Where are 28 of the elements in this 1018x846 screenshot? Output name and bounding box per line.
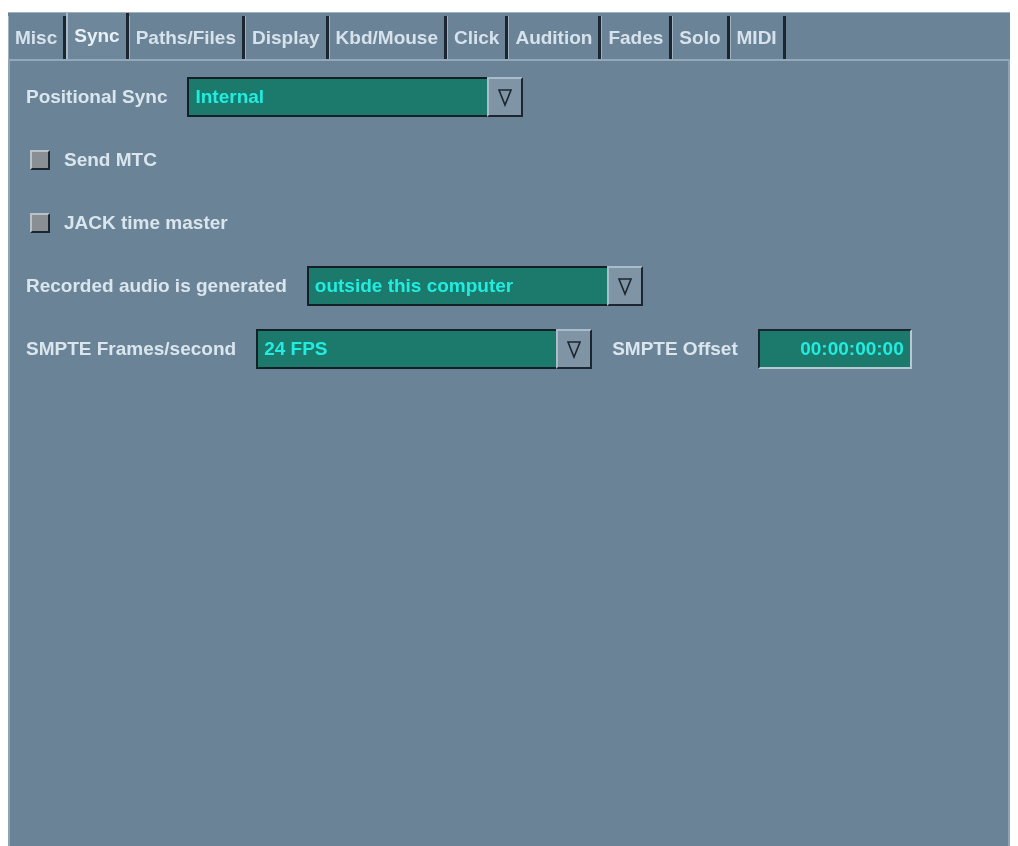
offset-field[interactable]: 00:00:00:00 — [757, 329, 912, 369]
checkbox-label: Send MTC — [64, 149, 157, 171]
dropdown-button[interactable] — [606, 266, 643, 306]
checkbox[interactable] — [30, 150, 50, 170]
tab[interactable]: MIDI — [729, 16, 786, 59]
field-label: SMPTE Frames/second — [26, 338, 237, 360]
field-label: SMPTE Offset — [612, 338, 738, 360]
dropdown-field[interactable]: outside this computer — [306, 266, 607, 306]
dropdown-button[interactable] — [487, 77, 524, 117]
tab[interactable]: Solo — [672, 16, 730, 59]
dropdown-button[interactable] — [556, 329, 593, 369]
tab[interactable]: Kbd/Mouse — [328, 16, 447, 59]
field-label: Recorded audio is generated — [26, 275, 287, 297]
tab[interactable]: Fades — [601, 16, 673, 59]
tab[interactable]: Display — [245, 16, 329, 59]
tab[interactable]: Sync — [66, 13, 129, 59]
triangle-down-icon — [616, 276, 633, 296]
dropdown-field[interactable]: 24 FPS — [256, 329, 557, 369]
checkbox-label: JACK time master — [64, 212, 228, 234]
field-label: Positional Sync — [26, 86, 168, 108]
tab[interactable]: Paths/Files — [128, 16, 245, 59]
checkbox[interactable] — [30, 213, 50, 233]
triangle-down-icon — [497, 87, 514, 107]
triangle-down-icon — [566, 339, 583, 359]
tab[interactable]: Misc — [8, 16, 67, 59]
tab[interactable]: Audition — [508, 16, 602, 59]
tab[interactable]: Click — [447, 16, 509, 59]
dropdown-field[interactable]: Internal — [187, 77, 488, 117]
